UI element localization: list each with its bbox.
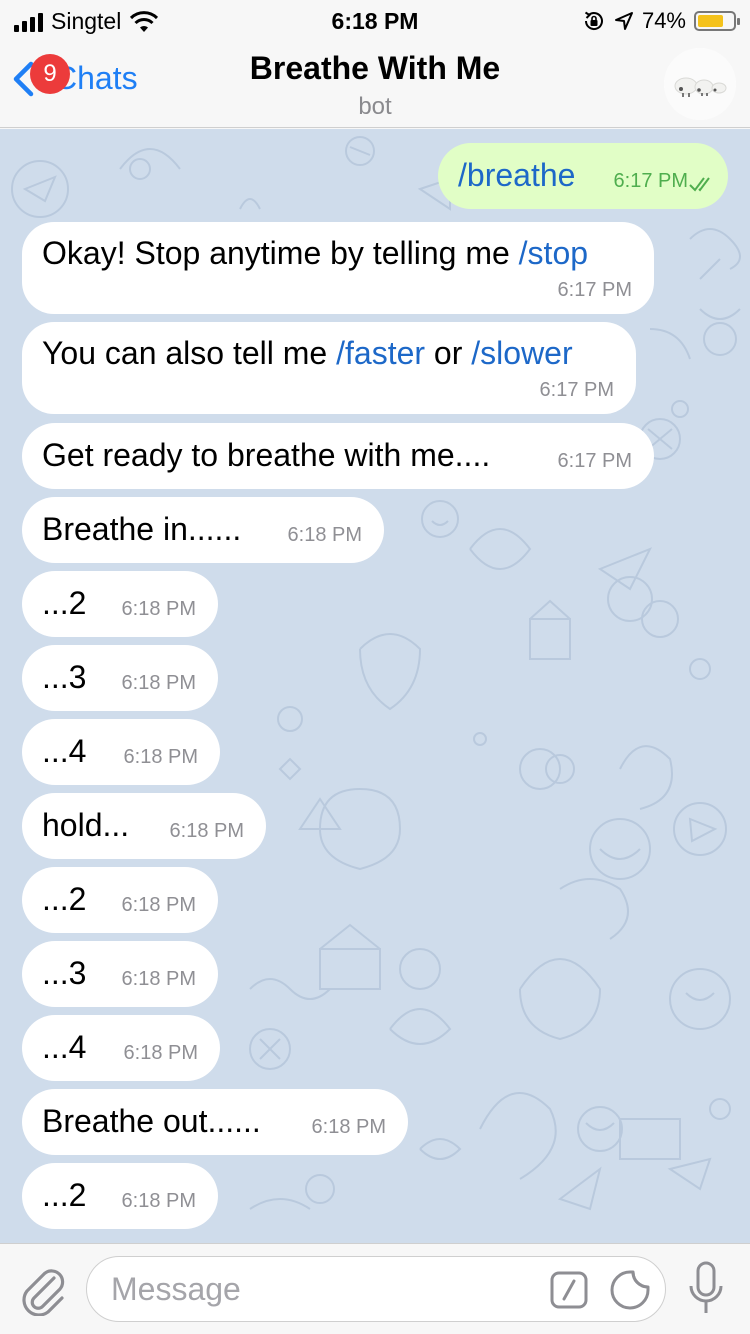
message-text: ...3 bbox=[42, 955, 87, 991]
incoming-message[interactable]: ...4 6:18 PM bbox=[22, 719, 220, 785]
message-text: You can also tell me /faster or /slower bbox=[42, 335, 573, 371]
sheep-avatar-image bbox=[664, 48, 736, 120]
message-field[interactable] bbox=[86, 1256, 666, 1322]
message-time: 6:18 PM bbox=[169, 820, 244, 842]
message-time: 6:18 PM bbox=[121, 968, 196, 990]
rotation-lock-icon bbox=[584, 11, 603, 30]
message-composer bbox=[0, 1243, 750, 1334]
message-time: 6:18 PM bbox=[121, 672, 196, 694]
message-text: Get ready to breathe with me.... bbox=[42, 437, 491, 473]
message-time: 6:18 PM bbox=[123, 746, 198, 768]
incoming-message[interactable]: ...3 6:18 PM bbox=[22, 645, 218, 711]
message-time: 6:18 PM bbox=[121, 1190, 196, 1212]
incoming-message[interactable]: ...2 6:18 PM bbox=[22, 571, 218, 637]
message-text[interactable]: /breathe bbox=[458, 157, 575, 194]
incoming-message[interactable]: hold... 6:18 PM bbox=[22, 793, 266, 859]
message-text: Breathe in...... bbox=[42, 511, 242, 547]
outgoing-message[interactable]: /breathe 6:17 PM bbox=[438, 143, 728, 209]
incoming-message[interactable]: ...2 6:18 PM bbox=[22, 867, 218, 933]
message-text: ...3 bbox=[42, 659, 87, 695]
chat-area[interactable]: /breathe 6:17 PM Okay! Stop anytime by t… bbox=[0, 129, 750, 1243]
message-time: 6:18 PM bbox=[121, 894, 196, 916]
message-text: ...2 bbox=[42, 585, 87, 621]
chat-subtitle: bot bbox=[358, 93, 392, 120]
chat-title-block[interactable]: Breathe With Me bot bbox=[0, 50, 750, 121]
message-text: ...4 bbox=[42, 733, 87, 769]
paperclip-icon[interactable] bbox=[18, 1262, 68, 1316]
message-time: 6:17 PM bbox=[557, 450, 632, 472]
message-time: 6:17 PM bbox=[613, 170, 688, 192]
chat-header: 9 Chats Breathe With Me bot bbox=[0, 40, 750, 128]
stop-command-link[interactable]: /stop bbox=[519, 235, 588, 271]
message-text: ...2 bbox=[42, 1177, 87, 1213]
message-time: 6:18 PM bbox=[311, 1116, 386, 1138]
double-check-icon bbox=[689, 177, 710, 192]
message-text: ...4 bbox=[42, 1029, 87, 1065]
battery-percent: 74% bbox=[641, 8, 686, 33]
status-bar: Singtel 6:18 PM 74% bbox=[0, 0, 750, 40]
message-text: Breathe out...... bbox=[42, 1103, 261, 1139]
location-arrow-icon bbox=[614, 12, 633, 30]
message-text: ...2 bbox=[42, 881, 87, 917]
battery-icon bbox=[694, 11, 740, 31]
incoming-message[interactable]: ...4 6:18 PM bbox=[22, 1015, 220, 1081]
slower-command-link[interactable]: /slower bbox=[471, 335, 572, 371]
chat-title: Breathe With Me bbox=[249, 50, 501, 86]
slash-command-icon[interactable] bbox=[550, 1271, 588, 1309]
avatar[interactable] bbox=[664, 48, 736, 120]
faster-command-link[interactable]: /faster bbox=[336, 335, 425, 371]
message-time: 6:17 PM bbox=[557, 279, 632, 301]
incoming-message[interactable]: You can also tell me /faster or /slower … bbox=[22, 322, 636, 414]
message-time: 6:17 PM bbox=[539, 379, 614, 401]
message-time: 6:18 PM bbox=[287, 524, 362, 546]
message-text: hold... bbox=[42, 807, 130, 843]
incoming-message[interactable]: ...2 6:18 PM bbox=[22, 1163, 218, 1229]
incoming-message[interactable]: Get ready to breathe with me.... 6:17 PM bbox=[22, 423, 654, 489]
message-input[interactable] bbox=[111, 1257, 531, 1321]
incoming-message[interactable]: Breathe out...... 6:18 PM bbox=[22, 1089, 408, 1155]
message-time: 6:18 PM bbox=[123, 1042, 198, 1064]
incoming-message[interactable]: Breathe in...... 6:18 PM bbox=[22, 497, 384, 563]
incoming-message[interactable]: ...3 6:18 PM bbox=[22, 941, 218, 1007]
microphone-icon[interactable] bbox=[686, 1260, 726, 1318]
sticker-icon[interactable] bbox=[609, 1269, 651, 1311]
message-time: 6:18 PM bbox=[121, 598, 196, 620]
message-text: Okay! Stop anytime by telling me /stop bbox=[42, 235, 589, 271]
incoming-message[interactable]: Okay! Stop anytime by telling me /stop 6… bbox=[22, 222, 654, 314]
